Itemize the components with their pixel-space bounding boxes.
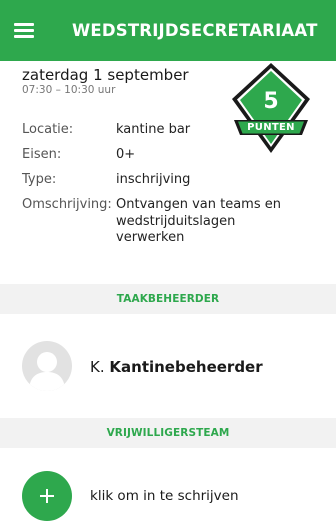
points-value: 5	[263, 89, 279, 114]
hamburger-menu-icon[interactable]	[12, 17, 40, 43]
description-value: Ontvangen van teams en wedstrijduitslage…	[116, 197, 281, 245]
task-time: 07:30 – 10:30 uur	[22, 84, 116, 96]
volunteer-team-section-title: VRIJWILLIGERSTEAM	[106, 427, 230, 439]
type-value: inschrijving	[116, 172, 191, 187]
description-label: Omschrijving:	[22, 197, 112, 212]
app-bar: WEDSTRIJDSECRETARIAAT	[0, 0, 336, 61]
task-manager-section-header: TAAKBEHEERDER	[0, 284, 336, 314]
task-manager-name: K. Kantinebeheerder	[90, 358, 263, 376]
volunteer-team-section-header: VRIJWILLIGERSTEAM	[0, 418, 336, 448]
signup-link[interactable]: klik om in te schrijven	[90, 488, 239, 504]
task-manager-fullname: Kantinebeheerder	[109, 358, 263, 376]
points-badge: 5 PUNTEN	[228, 60, 314, 156]
page-title: WEDSTRIJDSECRETARIAAT	[72, 21, 318, 40]
task-manager-initial: K.	[90, 358, 105, 376]
plus-icon[interactable]	[22, 471, 72, 521]
task-date: zaterdag 1 september	[22, 66, 189, 84]
requirements-label: Eisen:	[22, 147, 62, 162]
requirements-value: 0+	[116, 147, 136, 162]
location-label: Locatie:	[22, 122, 74, 137]
task-manager-section-title: TAAKBEHEERDER	[116, 293, 220, 305]
type-label: Type:	[22, 172, 57, 187]
location-value: kantine bar	[116, 122, 191, 137]
user-silhouette-icon	[22, 341, 72, 391]
